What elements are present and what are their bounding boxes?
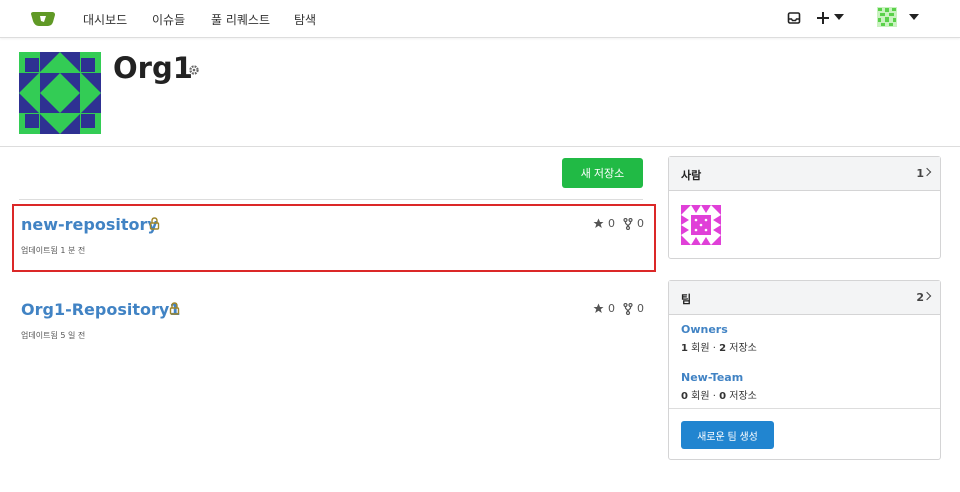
team-item: Owners 1 회원 · 2 저장소 [681,323,757,354]
team-meta: 1 회원 · 2 저장소 [681,343,757,354]
gitea-logo-icon[interactable] [30,10,56,28]
fork-count: 0 [637,217,644,230]
star-icon [593,303,604,313]
nav-dashboard[interactable]: 대시보드 [83,11,127,28]
repo-stats: 0 0 [593,217,644,230]
org-header: Org1 [0,39,960,147]
user-avatar[interactable] [877,7,897,27]
people-card-title: 사람 [681,169,702,182]
teams-count: 2 [916,291,924,304]
fork-icon [623,302,633,315]
nav-pull-requests[interactable]: 풀 리퀘스트 [211,11,270,28]
star-count: 0 [608,217,615,230]
chevron-right-icon[interactable] [922,291,932,301]
team-meta: 0 회원 · 0 저장소 [681,391,757,402]
star-count: 0 [608,302,615,315]
people-count: 1 [916,167,924,180]
teams-card-header[interactable]: 팀 2 [669,281,940,315]
repo-list-item[interactable]: new-repository 업데이트됨 1 분 전 0 0 [12,204,656,272]
lock-icon [149,217,160,230]
repo-updated-time: 업데이트됨 1 분 전 [21,246,86,255]
team-item: New-Team 0 회원 · 0 저장소 [681,371,757,402]
create-team-button[interactable]: 새로운 팀 생성 [681,421,774,449]
repo-name-link[interactable]: Org1-Repository1 [21,300,180,319]
gear-icon[interactable] [188,64,200,76]
people-card-header[interactable]: 사람 1 [669,157,940,191]
star-icon [593,218,604,228]
teams-card: 팀 2 Owners 1 회원 · 2 저장소 New-Team 0 회원 · … [668,280,941,460]
repo-updated-time: 업데이트됨 5 일 전 [21,331,86,340]
lock-icon [169,302,180,315]
user-menu-chevron-icon[interactable] [909,14,919,20]
repo-list-item[interactable]: Org1-Repository1 업데이트됨 5 일 전 0 0 [12,289,656,357]
inbox-icon[interactable] [787,11,801,25]
nav-explore[interactable]: 탐색 [294,11,316,28]
plus-icon[interactable] [816,11,830,25]
team-name-link[interactable]: Owners [681,323,757,336]
team-name-link[interactable]: New-Team [681,371,757,384]
people-card: 사람 1 [668,156,941,259]
repo-name-link[interactable]: new-repository [21,215,158,234]
fork-count: 0 [637,302,644,315]
repo-stats: 0 0 [593,302,644,315]
chevron-down-icon[interactable] [834,14,844,20]
member-avatar[interactable] [681,205,721,245]
divider [19,199,643,200]
fork-icon [623,217,633,230]
top-navigation: 대시보드 이슈들 풀 리퀘스트 탐색 [0,0,960,38]
org-name: Org1 [113,51,193,85]
teams-card-title: 팀 [681,293,692,306]
nav-issues[interactable]: 이슈들 [152,11,185,28]
chevron-right-icon[interactable] [922,167,932,177]
divider [669,408,940,409]
new-repository-button[interactable]: 새 저장소 [562,158,643,188]
org-avatar [19,52,101,134]
